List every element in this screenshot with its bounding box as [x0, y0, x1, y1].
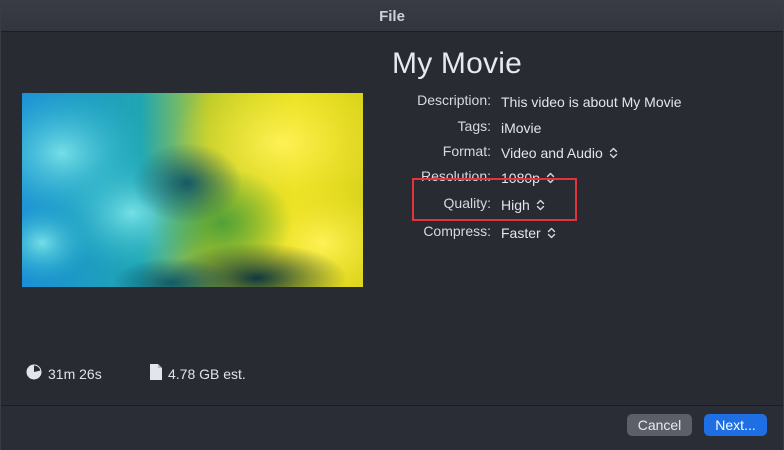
- dialog-footer: Cancel Next...: [1, 405, 783, 450]
- cancel-button[interactable]: Cancel: [627, 414, 692, 436]
- up-down-chevron-icon: [547, 226, 556, 240]
- next-button[interactable]: Next...: [704, 414, 767, 436]
- format-value[interactable]: Video and Audio: [501, 145, 603, 161]
- duration-stat: 31m 26s: [26, 364, 102, 383]
- format-popup[interactable]: Video and Audio: [501, 143, 618, 163]
- movie-title: My Movie: [392, 47, 522, 80]
- title-bar: File: [1, 1, 783, 32]
- description-label-cell: Description:: [381, 92, 491, 112]
- movie-thumbnail: [22, 93, 363, 287]
- format-label: Format:: [442, 143, 491, 159]
- compress-label-cell: Compress:: [381, 223, 491, 243]
- description-field[interactable]: This video is about My Movie: [501, 92, 682, 112]
- dialog-content: My Movie Description: This video is abou…: [1, 32, 783, 405]
- compress-label: Compress:: [423, 223, 491, 239]
- export-file-dialog: File My Movie Description: This video is…: [0, 0, 784, 450]
- duration-value: 31m 26s: [48, 365, 102, 382]
- tags-label-cell: Tags:: [381, 118, 491, 138]
- description-value[interactable]: This video is about My Movie: [501, 94, 682, 110]
- window-title: File: [379, 7, 405, 25]
- size-value: 4.78 GB est.: [168, 365, 246, 382]
- format-label-cell: Format:: [381, 143, 491, 163]
- tags-value[interactable]: iMovie: [501, 120, 541, 136]
- tags-field[interactable]: iMovie: [501, 118, 541, 138]
- compress-popup[interactable]: Faster: [501, 223, 556, 243]
- compress-value[interactable]: Faster: [501, 225, 541, 241]
- clock-icon: [26, 364, 42, 383]
- description-label: Description:: [417, 92, 491, 108]
- tags-label: Tags:: [457, 118, 491, 134]
- document-icon: [150, 364, 162, 383]
- up-down-chevron-icon: [609, 146, 618, 160]
- size-stat: 4.78 GB est.: [150, 364, 246, 383]
- quality-highlight-annotation: [412, 178, 577, 221]
